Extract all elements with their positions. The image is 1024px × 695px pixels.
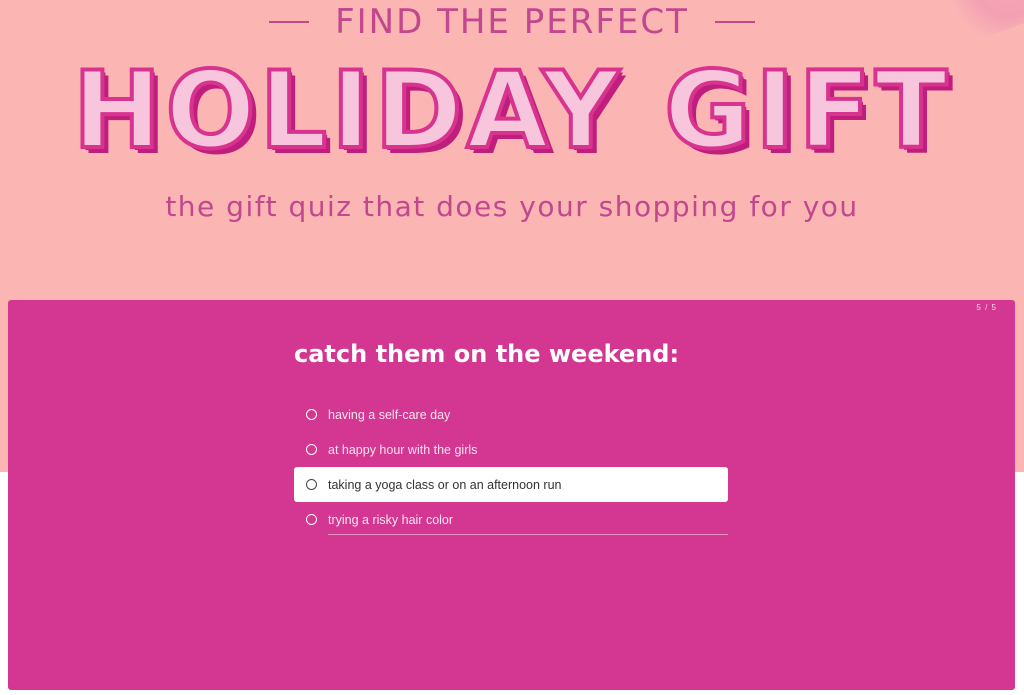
hero-kicker: FIND THE PERFECT xyxy=(0,2,1024,42)
kicker-text: FIND THE PERFECT xyxy=(335,2,689,42)
quiz-question: catch them on the weekend: xyxy=(294,340,680,368)
quiz-option-label: having a self-care day xyxy=(328,407,451,422)
quiz-options: having a self-care day at happy hour wit… xyxy=(294,397,728,537)
radio-icon[interactable] xyxy=(306,479,317,490)
radio-icon[interactable] xyxy=(306,409,317,420)
kicker-rule-right xyxy=(714,21,755,23)
hero-headline: HOLIDAY GIFT xyxy=(71,47,952,174)
quiz-option-label: taking a yoga class or on an afternoon r… xyxy=(328,477,562,492)
radio-icon[interactable] xyxy=(306,444,317,455)
quiz-option[interactable]: at happy hour with the girls xyxy=(294,432,728,467)
hero-subtitle: the gift quiz that does your shopping fo… xyxy=(165,190,859,223)
quiz-option-selected[interactable]: taking a yoga class or on an afternoon r… xyxy=(294,467,728,502)
kicker-rule-left xyxy=(269,21,310,23)
quiz-option-label: at happy hour with the girls xyxy=(328,442,478,457)
quiz-option[interactable]: having a self-care day xyxy=(294,397,728,432)
option-divider xyxy=(328,534,728,535)
radio-icon[interactable] xyxy=(306,514,317,525)
quiz-progress: 5 / 5 xyxy=(976,303,997,312)
quiz-option[interactable]: trying a risky hair color xyxy=(294,502,728,537)
quiz-panel: 5 / 5 catch them on the weekend: having … xyxy=(8,300,1015,690)
quiz-option-label: trying a risky hair color xyxy=(328,512,454,527)
